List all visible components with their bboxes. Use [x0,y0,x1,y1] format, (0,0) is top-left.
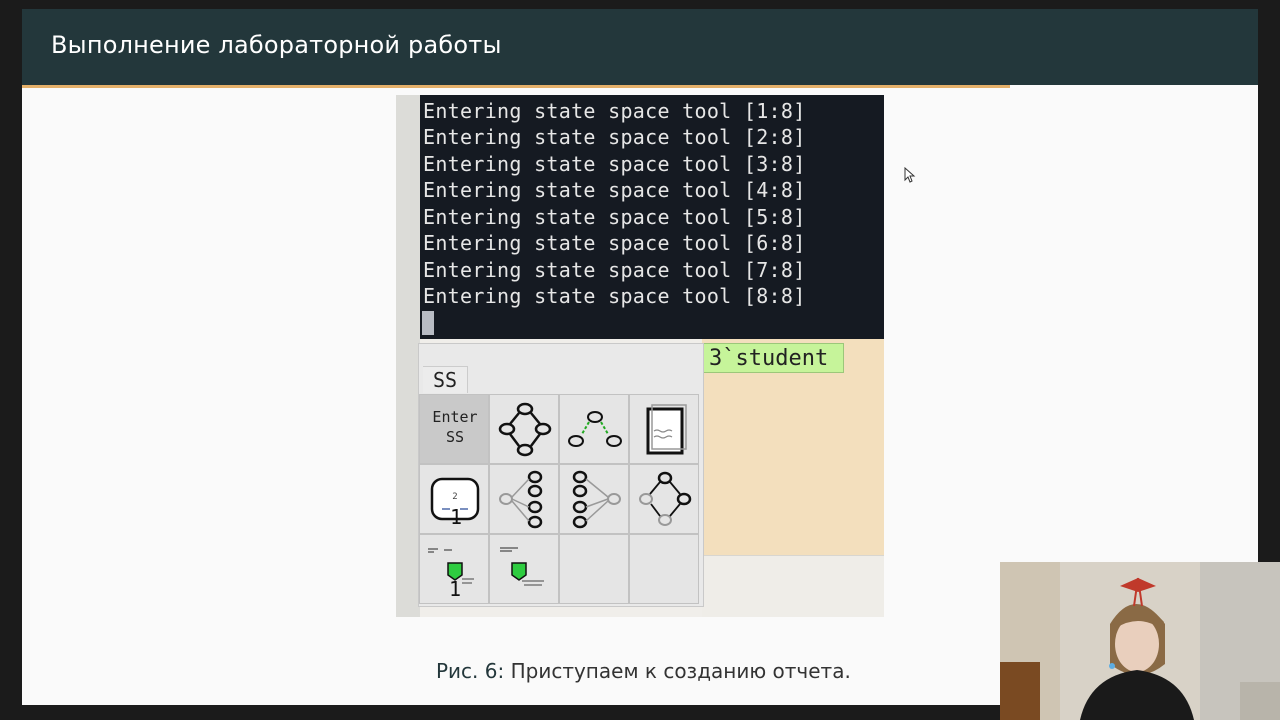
figure-screenshot: 3`student Entering state space tool [1:8… [396,95,884,617]
empty-tool-slot [629,534,699,604]
display-scc-tool[interactable] [559,464,629,534]
enter-label-line-2: SS [445,428,465,446]
node-branch-icon [568,411,622,447]
mouse-pointer-icon [904,167,916,183]
eval-node-alt-icon [500,547,544,586]
terminal-line: Entering state space tool [5:8] [423,205,806,229]
svg-text:2: 2 [452,492,457,502]
eval-count-digit: 1 [449,577,462,601]
scc-graph-alt-icon [572,470,621,529]
terminal-line: Entering state space tool [3:8] [423,152,806,176]
terminal-cursor [422,311,434,335]
calc-scc-tool[interactable] [489,464,559,534]
terminal-line: Entering state space tool [8:8] [423,284,806,308]
header-accent-rule [22,85,1010,88]
terminal-window[interactable]: Entering state space tool [1:8] Entering… [420,95,884,339]
save-report-tool[interactable] [629,394,699,464]
terminal-line: Entering state space tool [1:8] [423,99,806,123]
terminal-line: Entering state space tool [4:8] [423,178,806,202]
state-graph-icon [639,471,692,526]
eval-node-tool[interactable]: 1 [419,534,489,604]
ss-tool-palette[interactable]: SS Enter SS 2 1 1 [418,343,704,607]
enter-ss-tool[interactable]: Enter SS [419,394,489,464]
caption-prefix: Рис. 6: [436,659,505,683]
terminal-line: Entering state space tool [7:8] [423,258,806,282]
palette-tab-ss[interactable]: SS [423,366,468,393]
enter-label-line-1: Enter [432,408,478,426]
slide-title: Выполнение лабораторной работы [51,31,502,59]
state-space-graph-icon [498,402,552,457]
webcam-overlay [1000,562,1280,720]
terminal-line: Entering state space tool [2:8] [423,125,806,149]
eval-node-alt-tool[interactable] [489,534,559,604]
enter-ss-label: Enter SS [420,407,490,447]
report-page-icon [646,404,687,455]
palette-grid: Enter SS 2 1 1 [419,394,703,606]
window-left-strip [396,95,420,617]
scc-graph-icon [499,470,543,529]
node-info-tool[interactable]: 2 1 [419,464,489,534]
workspace-bottom [702,555,884,617]
node-count-digit: 1 [450,505,463,529]
figure-caption: Рис. 6: Приступаем к созданию отчета. [436,659,851,683]
binder-student-label[interactable]: 3`student [702,343,844,373]
empty-tool-slot [559,534,629,604]
calc-state-space-tool[interactable] [489,394,559,464]
display-node-tool[interactable] [559,394,629,464]
slide-header: Выполнение лабораторной работы [22,9,1258,85]
presenter-video [1000,562,1280,720]
display-state-graph-tool[interactable] [629,464,699,534]
terminal-line: Entering state space tool [6:8] [423,231,806,255]
caption-text: Приступаем к созданию отчета. [504,659,851,683]
